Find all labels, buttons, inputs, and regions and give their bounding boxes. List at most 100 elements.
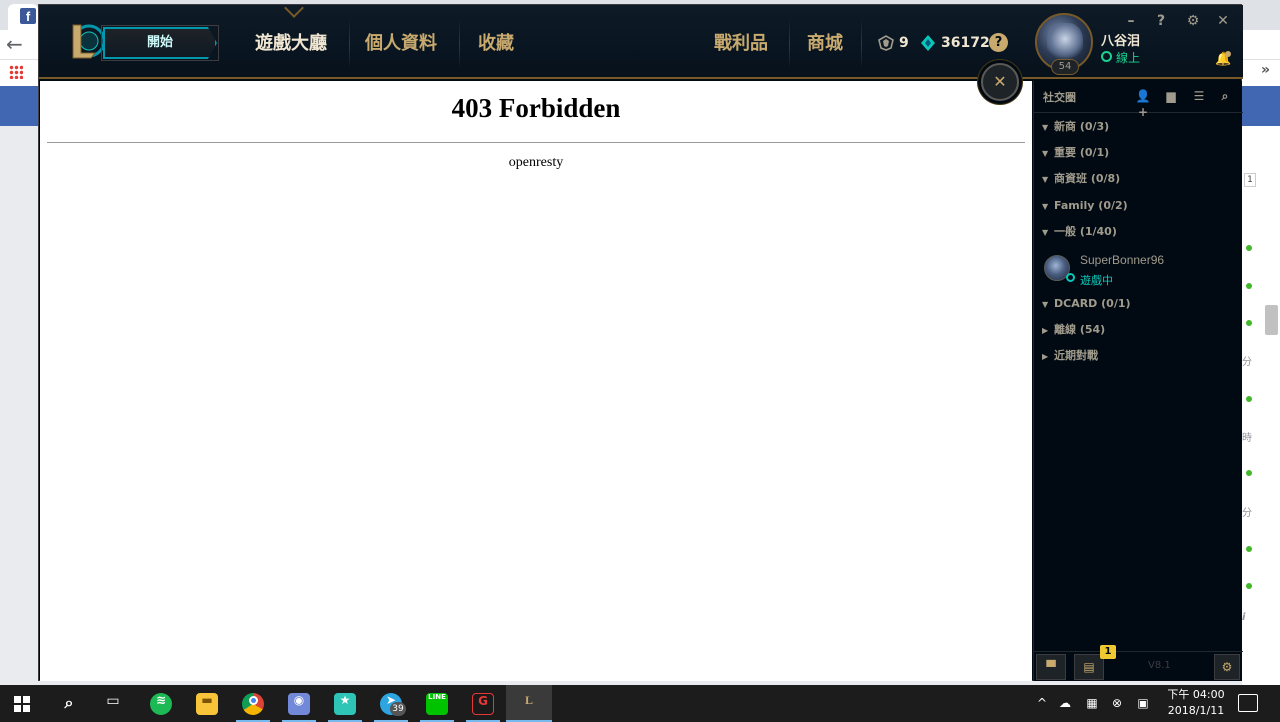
search-button[interactable]: ⌕ (46, 685, 92, 722)
sidebar-count-badge: 1 (1244, 173, 1256, 187)
taskbar-spotify[interactable]: ≋ (138, 685, 184, 722)
show-hidden-icons[interactable]: ^ (1034, 685, 1050, 722)
friend-group-1[interactable]: ▼ 重要 (0/1) (1042, 144, 1109, 162)
task-view-button[interactable]: ▭ (90, 685, 136, 722)
social-settings-gear-icon[interactable]: ⚙ (1214, 654, 1240, 680)
tab-home[interactable]: 遊戲大廳 (255, 29, 327, 59)
online-status-text[interactable]: 線上 (1116, 49, 1140, 66)
taskbar-league[interactable]: L (506, 685, 552, 722)
social-panel: 社交圈 👤+ ▆ ☰ ⌕ ▼ 新商 (0/3) ▼ 重要 (0/1) ▼ 商資班 (0… (1033, 81, 1243, 681)
friend-group-3[interactable]: ▼ Family (0/2) (1042, 197, 1128, 215)
riot-points-amount: 36172 (941, 35, 990, 51)
input-method-icon[interactable]: ▣ (1134, 685, 1152, 722)
blue-essence-icon (878, 35, 894, 51)
taskbar-explorer[interactable]: ▬ (184, 685, 230, 722)
add-friend-icon[interactable]: 👤+ (1134, 88, 1152, 119)
taskbar-discord[interactable]: ◉ (276, 685, 322, 722)
nav-divider (459, 19, 460, 69)
top-navigation-bar: 開始 遊戲大廳 個人資料 收藏 戰利品 商城 9 36172 ? 54 八谷泪 … (39, 0, 1243, 79)
sidebar-time-text: 分 (1242, 357, 1252, 368)
friend-group-4[interactable]: ▼ 一般 (1/40) (1042, 223, 1117, 241)
taskbar-star-app[interactable]: ★ (322, 685, 368, 722)
notification-count-badge: 1 (1100, 645, 1116, 659)
task-view-icon: ▭ (106, 693, 120, 709)
bookmarks-more-icon[interactable]: » (1261, 62, 1270, 78)
discord-icon: ◉ (288, 693, 310, 715)
taskbar-chrome[interactable] (230, 685, 276, 722)
close-window-button[interactable]: ✕ (1213, 11, 1233, 31)
group-label: 離線 (54) (1054, 323, 1106, 336)
star-icon: ★ (334, 693, 356, 715)
folder-icon: ▬ (196, 693, 218, 715)
info-icon: i (1242, 612, 1246, 623)
nav-divider (349, 19, 350, 69)
play-button[interactable]: 開始 (103, 27, 217, 59)
browser-tab[interactable]: f (8, 4, 38, 30)
league-client-window: 開始 遊戲大廳 個人資料 收藏 戰利品 商城 9 36172 ? 54 八谷泪 … (38, 0, 1243, 681)
league-logo-icon (72, 24, 103, 59)
online-dot (1246, 283, 1252, 289)
social-footer: ▀ ▤ 1 V8.1 ⚙ (1034, 645, 1243, 681)
friend-name[interactable]: SuperBonner96 (1080, 253, 1164, 267)
taskbar-garena[interactable]: G (460, 685, 506, 722)
friend-group-6[interactable]: ▶ 離線 (54) (1042, 321, 1105, 339)
group-label: 近期對戰 (1054, 349, 1098, 362)
sidebar-time-text: 時 (1242, 433, 1252, 444)
social-title: 社交圈 (1043, 91, 1076, 104)
chevron-down-icon: ▼ (1042, 123, 1049, 132)
settings-gear-icon[interactable]: ⚙ (1183, 11, 1203, 31)
friend-group-0[interactable]: ▼ 新商 (0/3) (1042, 118, 1109, 136)
close-overlay-button[interactable]: ✕ (981, 63, 1019, 101)
group-label: 新商 (0/3) (1054, 120, 1110, 133)
tab-loot[interactable]: 戰利品 (714, 29, 768, 59)
error-divider (47, 142, 1025, 143)
cloud-sync-icon[interactable]: ☁ (1056, 685, 1074, 722)
facebook-icon: f (20, 8, 36, 24)
minimize-button[interactable]: – (1121, 11, 1141, 31)
group-label: DCARD (0/1) (1054, 297, 1131, 310)
system-clock[interactable]: 下午 04:00 2018/1/11 (1164, 687, 1228, 719)
group-label: 一般 (1/40) (1054, 225, 1117, 238)
tab-store[interactable]: 商城 (807, 29, 843, 59)
close-circle-icon[interactable]: ⊗ (1108, 685, 1126, 722)
group-label: 商資班 (0/8) (1054, 172, 1121, 185)
line-icon: LINE (426, 693, 448, 715)
start-button[interactable] (0, 685, 46, 722)
action-center-icon[interactable] (1238, 694, 1258, 712)
clock-time: 下午 04:00 (1167, 688, 1225, 701)
online-dot (1246, 583, 1252, 589)
currency-help-icon[interactable]: ? (989, 33, 1008, 52)
friend-group-5[interactable]: ▼ DCARD (0/1) (1042, 295, 1131, 313)
tab-profile[interactable]: 個人資料 (365, 29, 437, 59)
tab-collection[interactable]: 收藏 (478, 29, 514, 59)
add-folder-icon[interactable]: ▆ (1162, 88, 1180, 104)
friend-group-7[interactable]: ▶ 近期對戰 (1042, 347, 1098, 365)
chevron-down-icon: ▼ (1042, 228, 1049, 237)
back-arrow-icon[interactable]: ← (6, 33, 28, 55)
chevron-right-icon: ▶ (1042, 326, 1049, 335)
friend-status: 遊戲中 (1080, 274, 1113, 287)
chat-bubble-icon[interactable]: ▀ (1036, 654, 1066, 680)
keyboard-icon[interactable]: ▦ (1080, 685, 1104, 722)
search-icon[interactable]: ⌕ (1216, 88, 1234, 104)
online-dot (1246, 396, 1252, 402)
client-help-button[interactable]: ? (1151, 11, 1171, 31)
group-label: 重要 (0/1) (1054, 146, 1110, 159)
client-version: V8.1 (1148, 660, 1171, 671)
content-pane: 403 Forbidden openresty (40, 81, 1032, 681)
summoner-name: 八谷泪 (1101, 34, 1141, 49)
chevron-down-icon: ▼ (1042, 175, 1049, 184)
garena-icon: G (472, 693, 494, 715)
friend-group-2[interactable]: ▼ 商資班 (0/8) (1042, 170, 1120, 188)
blue-essence-amount: 9 (899, 35, 909, 51)
windows-logo-icon (14, 696, 30, 712)
list-view-icon[interactable]: ☰ (1190, 88, 1208, 104)
apps-grid-icon[interactable] (9, 65, 23, 79)
page-scrollbar-thumb[interactable] (1265, 305, 1278, 335)
chevron-right-icon: ▶ (1042, 352, 1049, 361)
chevron-down-icon: ▼ (1042, 300, 1049, 309)
search-icon: ⌕ (64, 693, 74, 712)
social-header: 社交圈 👤+ ▆ ☰ ⌕ (1034, 81, 1243, 119)
avatar-portrait (1047, 23, 1083, 63)
taskbar-line[interactable]: LINE (414, 685, 460, 722)
